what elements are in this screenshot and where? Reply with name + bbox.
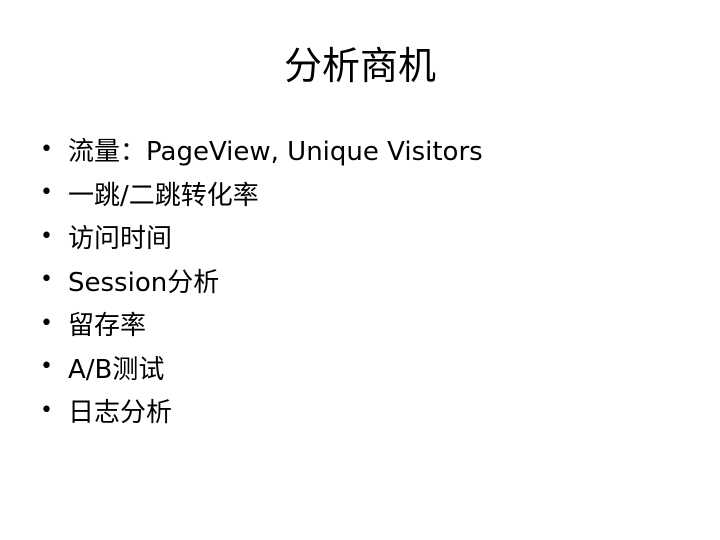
bullet-icon: •	[40, 223, 53, 249]
slide: 分析商机 • 流量：PageView, Unique Visitors • 一跳…	[0, 0, 720, 540]
bullet-text: 日志分析	[68, 398, 173, 429]
bullet-icon: •	[40, 354, 53, 380]
bullet-text: 留存率	[68, 311, 147, 342]
bullet-text: 流量：PageView, Unique Visitors	[68, 137, 483, 168]
bullet-icon: •	[40, 267, 53, 293]
bullet-text: 访问时间	[68, 224, 173, 255]
list-item: • Session分析	[40, 259, 483, 303]
bullet-icon: •	[40, 180, 53, 206]
list-item: • 流量：PageView, Unique Visitors	[40, 128, 483, 172]
list-item: • A/B测试	[40, 346, 483, 390]
bullet-icon: •	[40, 310, 53, 336]
bullet-list: • 流量：PageView, Unique Visitors • 一跳/二跳转化…	[40, 128, 483, 433]
bullet-text: 一跳/二跳转化率	[68, 180, 259, 211]
list-item: • 访问时间	[40, 215, 483, 259]
bullet-icon: •	[40, 397, 53, 423]
list-item: • 留存率	[40, 302, 483, 346]
bullet-icon: •	[40, 136, 53, 162]
list-item: • 日志分析	[40, 389, 483, 433]
list-item: • 一跳/二跳转化率	[40, 172, 483, 216]
bullet-text: A/B测试	[68, 354, 165, 385]
bullet-text: Session分析	[68, 267, 220, 298]
slide-title: 分析商机	[283, 44, 436, 88]
